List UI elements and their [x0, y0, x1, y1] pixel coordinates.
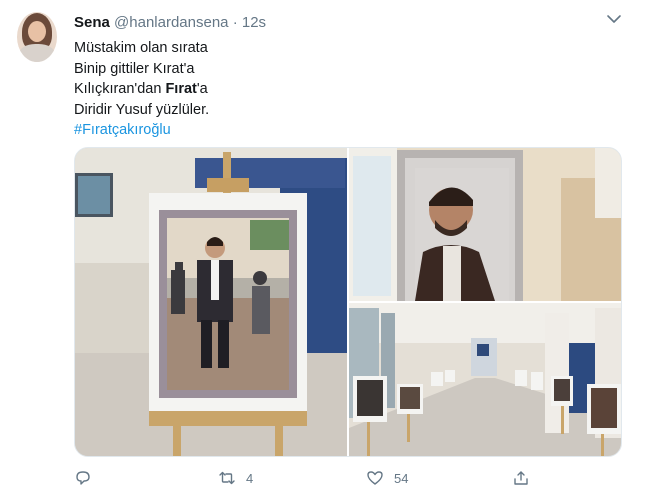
retweet-button[interactable]: 4 — [218, 466, 253, 490]
author-name[interactable]: Sena — [74, 14, 110, 31]
tweet-line-4: Diridir Yusuf yüzlüler. — [74, 101, 210, 118]
avatar-body — [19, 44, 55, 62]
media-grid[interactable] — [74, 147, 622, 457]
tweet-line-3-tail: 'a — [196, 81, 208, 97]
tweet-timestamp[interactable]: 12s — [242, 14, 266, 31]
heart-icon — [367, 471, 383, 485]
tweet-text: Müstakim olan sırata Binip gittiler Kıra… — [74, 38, 544, 141]
tweet-line-3: Kılıçkıran'dan Fırat'a — [74, 79, 544, 100]
photo-top-right[interactable] — [349, 148, 622, 301]
hashtag-link[interactable]: #Fıratçakıroğlu — [74, 120, 544, 141]
media-svg — [75, 148, 622, 457]
retweet-icon — [219, 471, 235, 485]
share-icon — [514, 471, 528, 485]
separator-dot: · — [232, 14, 238, 31]
tweet-line-1: Müstakim olan sırata — [74, 40, 208, 56]
reply-icon — [76, 471, 90, 485]
author-handle[interactable]: @hanlardansena — [114, 14, 228, 31]
tweet-line-3-text: Kılıçkıran'dan — [74, 81, 166, 97]
share-button[interactable] — [512, 466, 530, 490]
like-count: 54 — [394, 470, 409, 486]
tweet-line-2: Binip gittiler Kırat'a — [74, 60, 195, 77]
action-bar: 4 54 — [74, 466, 554, 490]
retweet-count: 4 — [246, 470, 254, 486]
avatar-face — [28, 21, 46, 42]
photo-left[interactable] — [75, 148, 347, 457]
avatar[interactable] — [17, 12, 57, 62]
tweet[interactable]: Sena @hanlardansena · 12s Müstakim olan … — [0, 0, 653, 499]
chevron-down-icon[interactable] — [605, 12, 623, 26]
like-button[interactable]: 54 — [366, 466, 408, 490]
photo-bottom-right[interactable] — [349, 303, 622, 457]
tweet-bold-word: Fırat — [165, 81, 197, 97]
reply-button[interactable] — [74, 466, 92, 490]
tweet-header: Sena @hanlardansena · 12s — [74, 14, 266, 32]
